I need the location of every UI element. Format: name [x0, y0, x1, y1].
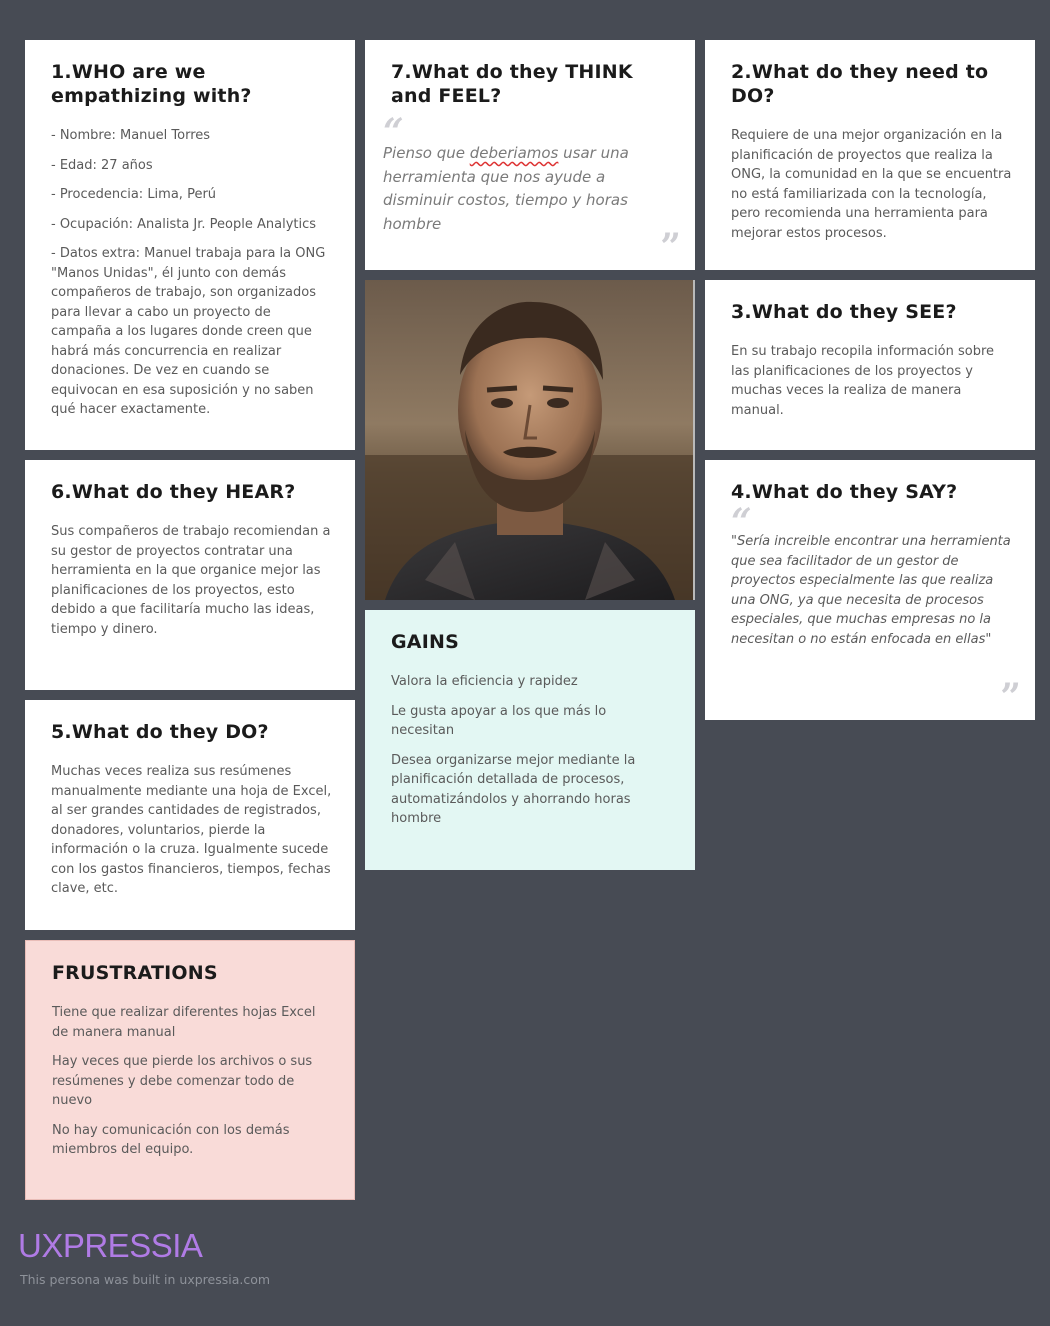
say-card: 4.What do they SAY? “ "Sería increible e… [705, 460, 1035, 720]
gains-item: Desea organizarse mejor mediante la plan… [391, 752, 636, 827]
who-name: - Nombre: Manuel Torres [51, 128, 211, 143]
do-title: 5.What do they DO? [51, 721, 269, 743]
persona-portrait-image [365, 280, 695, 600]
frustrations-title: FRUSTRATIONS [52, 962, 218, 984]
quote-text-start: Pienso que [383, 144, 470, 162]
uxpressia-logo[interactable]: UXPRESSIA [18, 1226, 203, 1266]
frustrations-item: No hay comunicación con los demás miembr… [52, 1122, 290, 1158]
need-to-do-text: Requiere de una mejor organización en la… [731, 128, 1012, 241]
gains-item: Valora la eficiencia y rapidez [391, 674, 578, 689]
do-card: 5.What do they DO? Muchas veces realiza … [25, 700, 355, 930]
see-text: En su trabajo recopila información sobre… [731, 344, 995, 418]
gains-title: GAINS [391, 631, 459, 653]
who-occupation: - Ocupación: Analista Jr. People Analyti… [51, 216, 317, 232]
see-card: 3.What do they SEE? En su trabajo recopi… [705, 280, 1035, 450]
hear-title: 6.What do they HEAR? [51, 481, 296, 503]
who-card: 1.WHO are we empathizing with? - Nombre:… [25, 40, 355, 450]
close-quote-icon: ” [660, 226, 681, 268]
close-quote-icon: ” [1000, 676, 1021, 718]
who-origin: - Procedencia: Lima, Perú [51, 187, 217, 202]
think-feel-title: 7.What do they THINK and FEEL? [391, 61, 633, 107]
hear-card: 6.What do they HEAR? Sus compañeros de t… [25, 460, 355, 690]
think-feel-quote: Pienso que deberiamos usar una herramien… [383, 142, 673, 236]
need-to-do-title: 2.What do they need to DO? [731, 61, 989, 107]
open-quote-icon: “ [731, 501, 752, 543]
gains-card: GAINS Valora la eficiencia y rapidez Le … [365, 610, 695, 870]
who-age: - Edad: 27 años [51, 157, 153, 173]
who-title: 1.WHO are we empathizing with? [51, 61, 252, 107]
footer-note: This persona was built in uxpressia.com [20, 1272, 271, 1287]
frustrations-card: FRUSTRATIONS Tiene que realizar diferent… [25, 940, 355, 1200]
misspelled-word: deberiamos [469, 144, 559, 162]
do-text: Muchas veces realiza sus resúmenes manua… [51, 764, 332, 896]
hear-text: Sus compañeros de trabajo recomiendan a … [51, 524, 331, 637]
say-quote: "Sería increible encontrar una herramien… [731, 534, 1011, 647]
open-quote-icon: “ [383, 111, 404, 153]
frustrations-item: Hay veces que pierde los archivos o sus … [52, 1054, 313, 1108]
gains-item: Le gusta apoyar a los que más lo necesit… [391, 703, 607, 739]
frustrations-item: Tiene que realizar diferentes hojas Exce… [52, 1005, 316, 1040]
who-extra: - Datos extra: Manuel trabaja para la ON… [51, 246, 326, 417]
persona-photo [365, 280, 695, 600]
think-feel-card: 7.What do they THINK and FEEL? “ Pienso … [365, 40, 695, 270]
say-title: 4.What do they SAY? [731, 481, 958, 503]
see-title: 3.What do they SEE? [731, 301, 957, 323]
need-to-do-card: 2.What do they need to DO? Requiere de u… [705, 40, 1035, 270]
